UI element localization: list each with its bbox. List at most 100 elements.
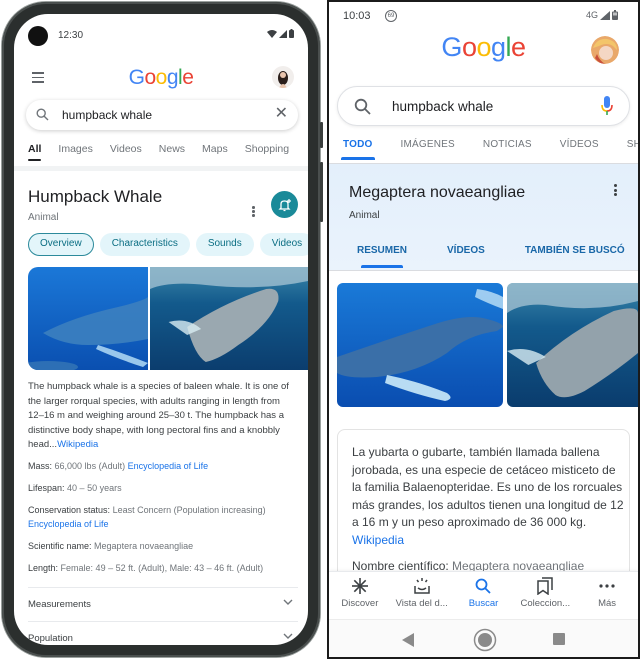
divider <box>14 166 308 171</box>
more-icon <box>599 584 615 588</box>
search-bar[interactable]: humpback whale ✕ <box>26 100 298 130</box>
accordion-population[interactable]: Population <box>28 621 298 645</box>
google-logo: Google <box>14 66 308 90</box>
fact-length: Length: Female: 49 – 52 ft. (Adult), Mal… <box>28 563 264 573</box>
knowledge-panel-title: Megaptera novaeangliae <box>349 184 526 201</box>
knowledge-panel-tabs: RESUMEN VÍDEOS TAMBIÉN SE BUSCÓ <box>357 245 638 268</box>
fact-value: Least Concern (Population increasing) <box>112 505 266 515</box>
tab-resumen[interactable]: RESUMEN <box>357 245 407 268</box>
accordion-label: Population <box>28 633 73 644</box>
tab-videos[interactable]: Videos <box>110 143 142 165</box>
logo-letter: g <box>491 32 506 62</box>
logo-letter: o <box>155 66 168 89</box>
whale-image[interactable] <box>28 267 148 370</box>
system-navigation-bar <box>329 619 638 657</box>
app-header: Google <box>14 64 308 94</box>
chip-sounds[interactable]: Sounds <box>195 233 254 256</box>
clear-icon[interactable]: ✕ <box>275 106 288 122</box>
description: La yubarta o gubarte, también llamada ba… <box>352 444 628 550</box>
fact-value: Female: 49 – 52 ft. (Adult), Male: 43 – … <box>60 563 264 573</box>
tab-videos[interactable]: VÍDEOS <box>560 139 599 161</box>
tab-tambien-se-busco[interactable]: TAMBIÉN SE BUSCÓ <box>525 245 625 256</box>
power-button <box>320 162 323 222</box>
search-input[interactable]: humpback whale <box>62 108 152 122</box>
battery-icon <box>289 29 294 38</box>
search-icon <box>476 578 492 594</box>
nav-colecciones[interactable]: Coleccion... <box>514 572 576 619</box>
whale-image[interactable] <box>150 267 308 370</box>
encyclopedia-of-life-link[interactable]: Encyclopedia of Life <box>28 519 109 529</box>
logo-letter: G <box>128 66 145 89</box>
fact-key: Scientific name <box>28 541 90 551</box>
follow-button[interactable] <box>271 191 298 218</box>
chip-overview[interactable]: Overview <box>28 233 94 256</box>
nav-vista-del-dia[interactable]: Vista del d... <box>391 572 453 619</box>
chip-characteristics[interactable]: Characteristics <box>99 233 190 256</box>
tab-shopping[interactable]: SHO <box>627 139 638 161</box>
chevron-down-icon <box>283 599 293 605</box>
wikipedia-link[interactable]: Wikipedia <box>57 439 98 450</box>
right-phone-screen: 10:03 69 4G Google humpback whale TODO I… <box>327 0 640 659</box>
nav-mas[interactable]: Más <box>576 572 638 619</box>
encyclopedia-of-life-link[interactable]: Encyclopedia of Life <box>128 461 209 471</box>
left-phone-frame: 12:30 Google humpback whale ✕ All Images… <box>2 2 323 657</box>
description-text: La yubarta o gubarte, también llamada ba… <box>352 445 624 530</box>
search-icon <box>354 98 371 115</box>
avatar-person-icon <box>278 71 288 88</box>
avatar[interactable] <box>591 36 619 64</box>
status-bar: 10:03 69 4G <box>329 2 638 32</box>
tab-noticias[interactable]: NOTICIAS <box>483 139 532 161</box>
nav-discover[interactable]: Discover <box>329 572 391 619</box>
logo-letter: g <box>166 66 179 89</box>
whale-image[interactable] <box>337 283 503 407</box>
bottom-navigation: Discover Vista del d... Buscar Coleccion… <box>329 571 638 619</box>
battery-icon <box>612 10 618 20</box>
fact-key: Mass <box>28 461 50 471</box>
status-icons: 4G <box>586 10 618 20</box>
tab-images[interactable]: Images <box>58 143 92 165</box>
signal-icon <box>279 29 287 38</box>
tab-all[interactable]: All <box>28 143 42 165</box>
wikipedia-link[interactable]: Wikipedia <box>352 533 404 547</box>
knowledge-panel-header: Megaptera novaeangliae Animal RESUMEN VÍ… <box>329 163 638 271</box>
logo-letter: o <box>144 66 156 89</box>
search-bar[interactable]: humpback whale <box>337 86 630 126</box>
signal-icon <box>600 10 610 20</box>
tab-todo[interactable]: TODO <box>341 139 375 161</box>
chevron-down-icon <box>283 633 293 639</box>
nav-buscar[interactable]: Buscar <box>453 572 515 619</box>
nav-label: Coleccion... <box>520 598 571 609</box>
mic-icon[interactable] <box>601 96 613 116</box>
fact-value: Megaptera novaeangliae <box>94 541 194 551</box>
back-icon[interactable] <box>402 633 414 647</box>
tab-news[interactable]: News <box>159 143 185 165</box>
chip-videos[interactable]: Videos <box>259 233 308 256</box>
tab-videos[interactable]: VÍDEOS <box>447 245 485 256</box>
left-phone-screen: 12:30 Google humpback whale ✕ All Images… <box>14 14 308 645</box>
status-time: 10:03 <box>343 10 371 22</box>
knowledge-panel-subtitle: Animal <box>28 212 59 223</box>
knowledge-panel-chips: Overview Characteristics Sounds Videos <box>28 233 308 256</box>
tab-imagenes[interactable]: IMÁGENES <box>401 139 455 161</box>
tab-shopping[interactable]: Shopping <box>245 143 289 165</box>
accordion-measurements[interactable]: Measurements <box>28 587 298 621</box>
more-options-icon[interactable] <box>252 206 256 218</box>
search-tabs: All Images Videos News Maps Shopping <box>28 143 308 165</box>
notification-badge: 69 <box>385 10 397 22</box>
logo-letter: e <box>182 66 194 89</box>
status-bar: 12:30 <box>14 14 308 58</box>
search-input[interactable]: humpback whale <box>392 99 493 114</box>
home-icon[interactable] <box>473 628 497 652</box>
tab-maps[interactable]: Maps <box>202 143 228 165</box>
logo-letter: o <box>476 32 491 62</box>
recent-apps-icon[interactable] <box>553 633 565 645</box>
fact-lifespan: Lifespan: 40 – 50 years <box>28 483 122 493</box>
fact-value: 40 – 50 years <box>67 483 122 493</box>
more-options-icon[interactable] <box>614 184 618 198</box>
image-carousel <box>337 283 638 407</box>
avatar[interactable] <box>272 66 294 88</box>
volume-button <box>320 122 323 148</box>
whale-image[interactable] <box>507 283 638 407</box>
description-card: La yubarta o gubarte, también llamada ba… <box>337 429 630 589</box>
logo-letter: o <box>461 32 477 62</box>
